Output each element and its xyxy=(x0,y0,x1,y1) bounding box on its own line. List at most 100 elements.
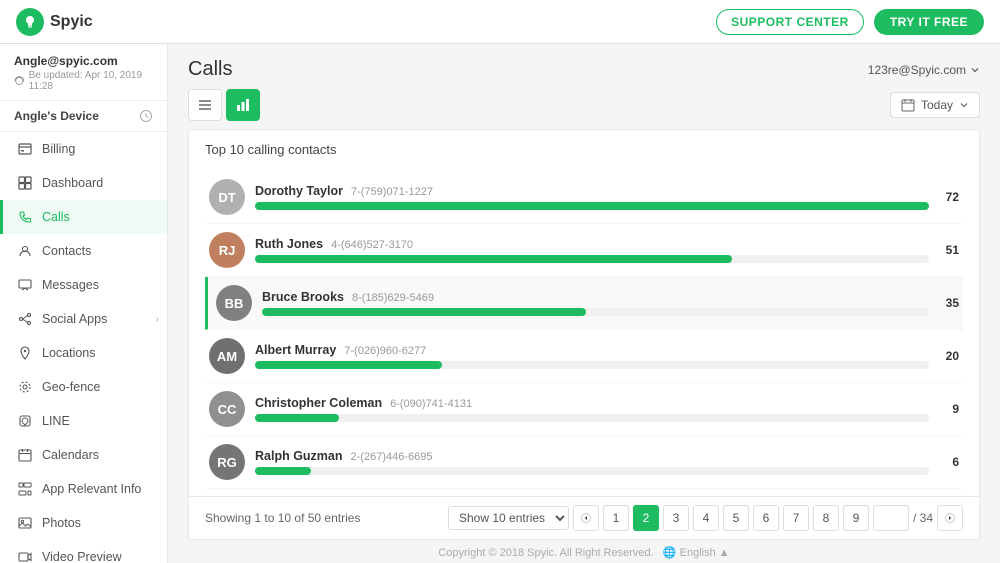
page-button-5[interactable]: 5 xyxy=(723,505,749,531)
call-bar-fill xyxy=(255,202,929,210)
sidebar-item-app-relevant[interactable]: App Relevant Info xyxy=(0,472,167,506)
date-filter-dropdown[interactable]: Today xyxy=(890,92,980,118)
call-bar-container xyxy=(255,467,929,475)
contact-avatar: BB xyxy=(216,285,252,321)
toolbar-right: Today xyxy=(890,92,980,118)
try-it-free-button[interactable]: TRY IT FREE xyxy=(874,9,984,35)
sidebar-item-label-line: LINE xyxy=(42,414,70,428)
contact-row: KCKimberly Castro5-(937)477-68665 xyxy=(205,489,963,496)
sidebar-item-billing[interactable]: Billing xyxy=(0,132,167,166)
sidebar-item-label-billing: Billing xyxy=(42,142,75,156)
contact-count: 6 xyxy=(939,455,959,469)
sidebar-item-dashboard[interactable]: Dashboard xyxy=(0,166,167,200)
date-label: Today xyxy=(921,98,953,112)
showing-entries: Showing 1 to 10 of 50 entries xyxy=(205,511,360,525)
photos-icon xyxy=(17,515,33,531)
call-bar-container xyxy=(255,414,929,422)
sidebar-item-label-photos: Photos xyxy=(42,516,81,530)
contact-avatar: AM xyxy=(209,338,245,374)
account-email: 123re@Spyic.com xyxy=(868,63,966,77)
user-updated: Be updated: Apr 10, 2019 11:28 xyxy=(14,70,153,92)
contact-name-row: Bruce Brooks8-(185)629-5469 xyxy=(262,290,929,304)
page-button-2[interactable]: 2 xyxy=(633,505,659,531)
sidebar: Angle@spyic.com Be updated: Apr 10, 2019… xyxy=(0,44,168,563)
chart-view-button[interactable] xyxy=(226,89,260,121)
billing-icon xyxy=(17,141,33,157)
call-bar-container xyxy=(255,202,929,210)
sidebar-item-label-calls: Calls xyxy=(42,210,70,224)
list-icon xyxy=(197,97,213,113)
location-icon xyxy=(17,345,33,361)
page-button-7[interactable]: 7 xyxy=(783,505,809,531)
main-header: Calls 123re@Spyic.com xyxy=(168,44,1000,89)
page-button-8[interactable]: 8 xyxy=(813,505,839,531)
sidebar-item-social-apps[interactable]: Social Apps› xyxy=(0,302,167,336)
show-entries-select[interactable]: Show 10 entries Show 25 entries Show 50 … xyxy=(448,506,569,530)
call-bar-fill xyxy=(255,361,442,369)
call-bar-container xyxy=(255,361,929,369)
sidebar-item-label-calendars: Calendars xyxy=(42,448,99,462)
contact-phone: 4-(646)527-3170 xyxy=(331,239,413,251)
contact-phone: 7-(026)960-6277 xyxy=(344,345,426,357)
contact-count: 51 xyxy=(939,243,959,257)
contact-count: 72 xyxy=(939,190,959,204)
page-button-1[interactable]: 1 xyxy=(603,505,629,531)
contact-name: Albert Murray xyxy=(255,343,336,357)
sidebar-item-messages[interactable]: Messages xyxy=(0,268,167,302)
prev-page-button[interactable] xyxy=(573,505,599,531)
contact-row: DTDorothy Taylor7-(759)071-122772 xyxy=(205,171,963,224)
sidebar-item-label-locations: Locations xyxy=(42,346,96,360)
page-jump-input[interactable] xyxy=(873,505,909,531)
toolbar: Today xyxy=(168,89,1000,129)
refresh-icon xyxy=(14,75,25,87)
contact-info: Bruce Brooks8-(185)629-5469 xyxy=(262,290,929,316)
submenu-arrow-icon: › xyxy=(156,314,159,325)
logo[interactable]: Spyic xyxy=(16,8,93,36)
sidebar-item-label-geo-fence: Geo-fence xyxy=(42,380,100,394)
sidebar-item-contacts[interactable]: Contacts xyxy=(0,234,167,268)
call-bar-fill xyxy=(255,467,311,475)
contact-name: Christopher Coleman xyxy=(255,396,382,410)
page-button-6[interactable]: 6 xyxy=(753,505,779,531)
sidebar-item-photos[interactable]: Photos xyxy=(0,506,167,540)
content-footer: Showing 1 to 10 of 50 entries Show 10 en… xyxy=(189,496,979,539)
contact-info: Ruth Jones4-(646)527-3170 xyxy=(255,237,929,263)
next-page-button[interactable] xyxy=(937,505,963,531)
page-buttons: 123456789 xyxy=(603,505,869,531)
social-icon xyxy=(17,311,33,327)
sidebar-device[interactable]: Angle's Device xyxy=(0,101,167,132)
contact-phone: 2-(267)446-6695 xyxy=(351,451,433,463)
contact-avatar: CC xyxy=(209,391,245,427)
sidebar-item-label-dashboard: Dashboard xyxy=(42,176,103,190)
updated-text: Be updated: Apr 10, 2019 11:28 xyxy=(29,70,153,92)
contacts-icon xyxy=(17,243,33,259)
support-center-button[interactable]: SUPPORT CENTER xyxy=(716,9,864,35)
sidebar-item-line[interactable]: LINE xyxy=(0,404,167,438)
line-icon xyxy=(17,413,33,429)
call-bar-container xyxy=(262,308,929,316)
sidebar-item-calls[interactable]: Calls xyxy=(0,200,167,234)
contact-name-row: Dorothy Taylor7-(759)071-1227 xyxy=(255,184,929,198)
contact-row: BBBruce Brooks8-(185)629-546935 xyxy=(205,277,963,330)
sidebar-item-video-preview[interactable]: Video Preview xyxy=(0,540,167,563)
user-account-badge[interactable]: 123re@Spyic.com xyxy=(868,63,980,77)
contact-phone: 7-(759)071-1227 xyxy=(351,186,433,198)
language-selector[interactable]: 🌐 English ▲ xyxy=(663,547,730,559)
content-area: Top 10 calling contacts DTDorothy Taylor… xyxy=(188,129,980,540)
sidebar-item-geo-fence[interactable]: Geo-fence xyxy=(0,370,167,404)
contact-name-row: Ralph Guzman2-(267)446-6695 xyxy=(255,449,929,463)
dashboard-icon xyxy=(17,175,33,191)
page-button-3[interactable]: 3 xyxy=(663,505,689,531)
call-bar-fill xyxy=(255,255,732,263)
page-button-4[interactable]: 4 xyxy=(693,505,719,531)
geofence-icon xyxy=(17,379,33,395)
sidebar-item-calendars[interactable]: Calendars xyxy=(0,438,167,472)
contact-info: Ralph Guzman2-(267)446-6695 xyxy=(255,449,929,475)
device-name: Angle's Device xyxy=(14,109,99,123)
page-button-9[interactable]: 9 xyxy=(843,505,869,531)
list-view-button[interactable] xyxy=(188,89,222,121)
contact-avatar: RG xyxy=(209,444,245,480)
copyright-text: Copyright © 2018 Spyic. All Right Reserv… xyxy=(438,547,653,559)
sidebar-item-locations[interactable]: Locations xyxy=(0,336,167,370)
contact-info: Albert Murray 7-(026)960-6277 xyxy=(255,343,929,369)
